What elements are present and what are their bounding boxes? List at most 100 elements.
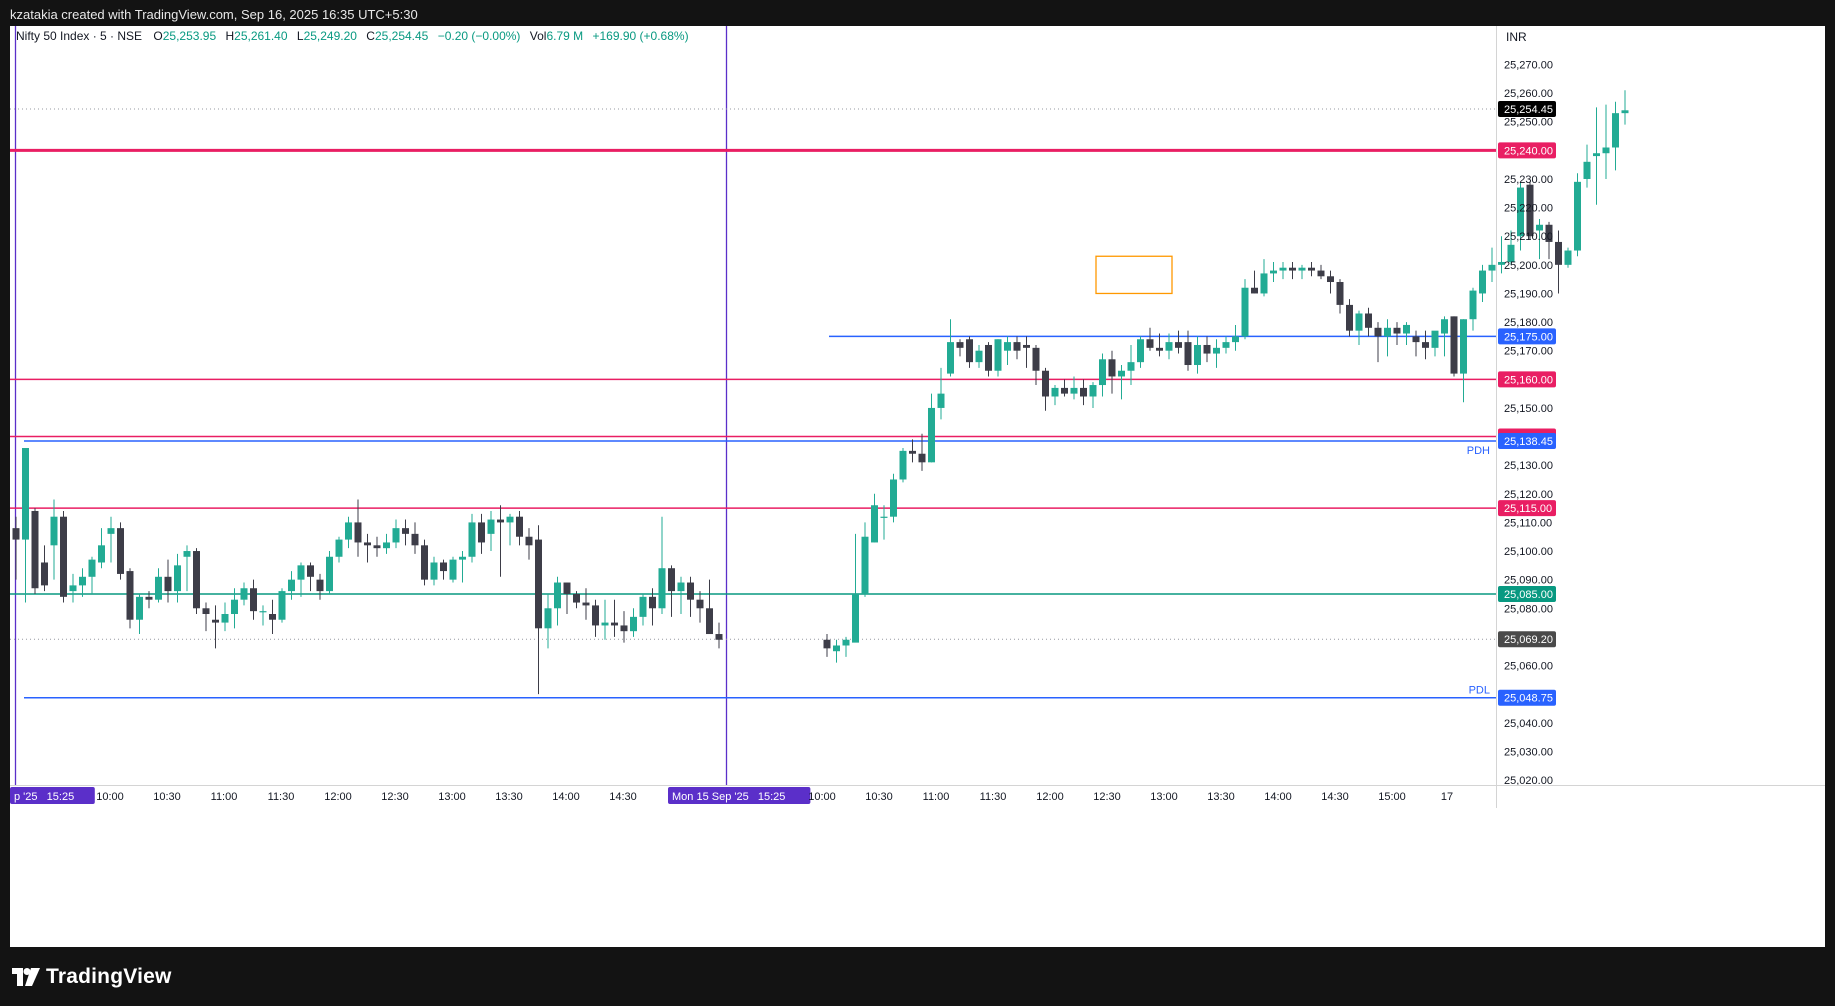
candle-body	[1232, 336, 1239, 343]
x-tick-label: 10:00	[808, 791, 836, 803]
legend-open-label: O	[153, 29, 162, 43]
candle-body	[706, 608, 713, 635]
x-tick-label: 12:00	[1036, 791, 1064, 803]
y-tick-label: 25,250.00	[1504, 117, 1553, 129]
x-tick-label: 13:30	[495, 791, 523, 803]
candle-body	[1013, 342, 1021, 351]
candle-body	[1099, 359, 1106, 386]
legend-open-value: 25,253.95	[163, 29, 217, 43]
candle-body	[1441, 319, 1448, 334]
footer-brand: TradingView	[46, 965, 172, 988]
candle-body	[221, 614, 229, 623]
legend-high-label: H	[225, 29, 234, 43]
candle-body	[677, 582, 685, 592]
candle-body	[164, 576, 172, 592]
candlestick-chart[interactable]: 25,020.0025,030.0025,040.0025,050.0025,0…	[0, 0, 1835, 1006]
y-tick-label: 25,230.00	[1504, 174, 1553, 186]
candle-body	[1298, 267, 1306, 271]
candle-body	[601, 622, 609, 626]
candle-body	[383, 542, 390, 549]
candle-body	[658, 568, 666, 609]
candle-body	[1279, 267, 1287, 271]
legend-volume-label: Vol	[530, 29, 547, 43]
candle-body	[696, 599, 704, 609]
x-tick-label: 14:00	[1264, 791, 1292, 803]
candle-body	[525, 536, 533, 546]
candle-body	[402, 528, 409, 534]
y-tick-label: 25,100.00	[1504, 546, 1553, 558]
candle-body	[1374, 327, 1382, 337]
candle-body	[1270, 270, 1277, 274]
price-label: 25,240.00	[1504, 145, 1553, 157]
legend-day-change: +169.90 (+0.68%)	[593, 29, 689, 43]
candle-body	[842, 639, 850, 646]
y-tick-label: 25,270.00	[1504, 60, 1553, 72]
candle-body	[1080, 387, 1087, 397]
candle-body	[582, 602, 590, 606]
candle-body	[1602, 147, 1610, 154]
candle-body	[478, 522, 485, 543]
candle-body	[823, 639, 831, 649]
candle-body	[212, 619, 219, 623]
candle-body	[573, 593, 580, 603]
candle-body	[861, 536, 869, 594]
candles-layer	[12, 90, 1629, 695]
candle-body	[1583, 161, 1591, 179]
candle-body	[1213, 347, 1220, 354]
x-tick-label: 11:30	[980, 791, 1007, 803]
candle-body	[449, 559, 457, 580]
candle-body	[1089, 385, 1097, 397]
candle-body	[1289, 267, 1296, 271]
candle-body	[1336, 282, 1344, 305]
candle-body	[516, 516, 523, 537]
candle-body	[117, 528, 124, 574]
candle-body	[79, 576, 86, 586]
candle-body	[60, 516, 67, 597]
candle-body	[1555, 241, 1562, 265]
candle-body	[1146, 339, 1154, 348]
candle-body	[1365, 313, 1372, 328]
candle-body	[985, 344, 992, 371]
x-tick-label: 10:30	[153, 791, 181, 803]
candle-body	[1251, 287, 1258, 294]
candle-body	[1184, 342, 1192, 366]
candle-body	[364, 542, 371, 546]
candle-body	[975, 350, 983, 363]
candle-body	[1118, 370, 1125, 377]
candle-body	[316, 579, 324, 592]
x-tick-label: 10:30	[865, 791, 893, 803]
levels-layer	[10, 26, 1496, 785]
price-label: 25,069.20	[1504, 634, 1553, 646]
candle-body	[1137, 339, 1144, 363]
candle-body	[1175, 342, 1182, 348]
candle-body	[411, 533, 419, 546]
candle-body	[880, 516, 888, 518]
candle-body	[1621, 110, 1629, 114]
candle-body	[994, 339, 1002, 371]
x-tick-label: 12:00	[324, 791, 352, 803]
candle-body	[649, 596, 656, 609]
candle-body	[1412, 336, 1420, 343]
ohlc-legend: Nifty 50 Index · 5 · NSE O25,253.95 H25,…	[16, 29, 689, 43]
y-tick-label: 25,080.00	[1504, 603, 1553, 615]
candle-body	[50, 516, 58, 546]
axis-labels-layer: 25,020.0025,030.0025,040.0025,050.0025,0…	[10, 60, 1556, 804]
candle-body	[107, 528, 115, 534]
price-label: 25,175.00	[1504, 331, 1553, 343]
candle-body	[1450, 316, 1458, 374]
currency-label[interactable]: INR	[1506, 30, 1527, 44]
y-tick-label: 25,170.00	[1504, 346, 1553, 358]
candle-body	[288, 579, 295, 592]
candle-body	[145, 596, 153, 600]
candle-body	[1536, 224, 1543, 231]
candle-body	[1051, 387, 1059, 397]
candle-body	[1317, 270, 1325, 277]
candle-body	[1327, 276, 1334, 283]
candle-body	[1460, 319, 1467, 374]
candle-body	[98, 545, 105, 563]
candle-body	[1403, 324, 1410, 334]
x-tick-label: 12:30	[381, 791, 409, 803]
candle-body	[1070, 387, 1078, 394]
candle-body	[563, 582, 571, 594]
candle-body	[430, 562, 438, 580]
